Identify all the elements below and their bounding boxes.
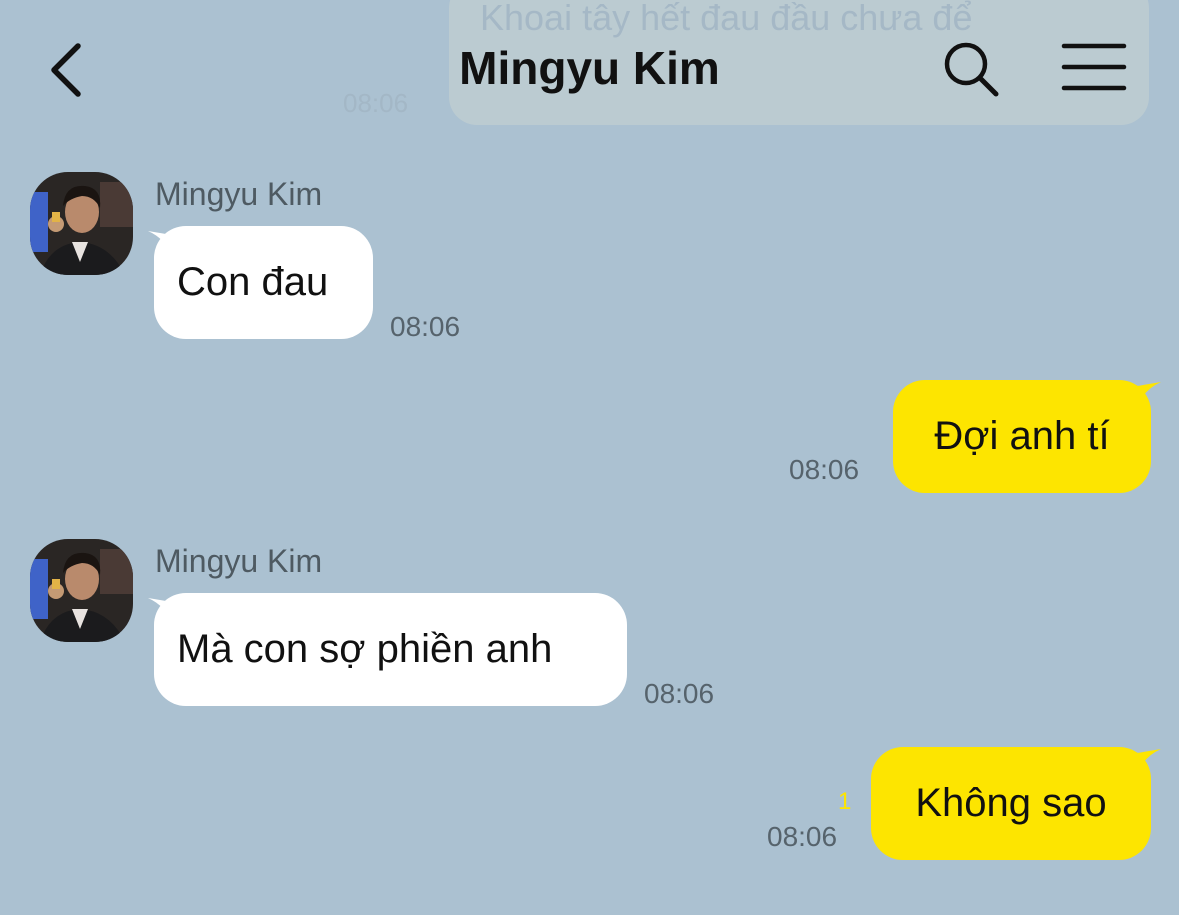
avatar-photo	[30, 539, 133, 642]
bubble-tail	[1137, 382, 1161, 408]
incoming-message-bubble[interactable]: Mà con sợ phiền anh	[154, 593, 627, 706]
contact-avatar[interactable]	[30, 539, 133, 642]
unread-count: 1	[838, 788, 852, 815]
message-time: 08:06	[644, 678, 715, 709]
message-time: 08:06	[789, 454, 860, 485]
avatar-photo	[30, 172, 133, 275]
search-button[interactable]	[940, 40, 1002, 102]
message-time: 08:06	[767, 821, 838, 852]
bubble-tail	[1137, 749, 1161, 775]
chat-header: Mingyu Kim	[0, 0, 1179, 140]
outgoing-message-bubble[interactable]: Không sao	[871, 747, 1151, 860]
outgoing-message-bubble[interactable]: Đợi anh tí	[893, 380, 1151, 493]
incoming-message-bubble[interactable]: Con đau	[154, 226, 373, 339]
menu-button[interactable]	[1060, 40, 1128, 94]
contact-avatar[interactable]	[30, 172, 133, 275]
sender-name: Mingyu Kim	[155, 543, 323, 579]
hamburger-menu-icon	[1061, 43, 1127, 91]
message-time: 08:06	[390, 311, 461, 342]
chat-title: Mingyu Kim	[459, 42, 720, 94]
sender-name: Mingyu Kim	[155, 176, 323, 212]
search-icon	[944, 42, 999, 97]
